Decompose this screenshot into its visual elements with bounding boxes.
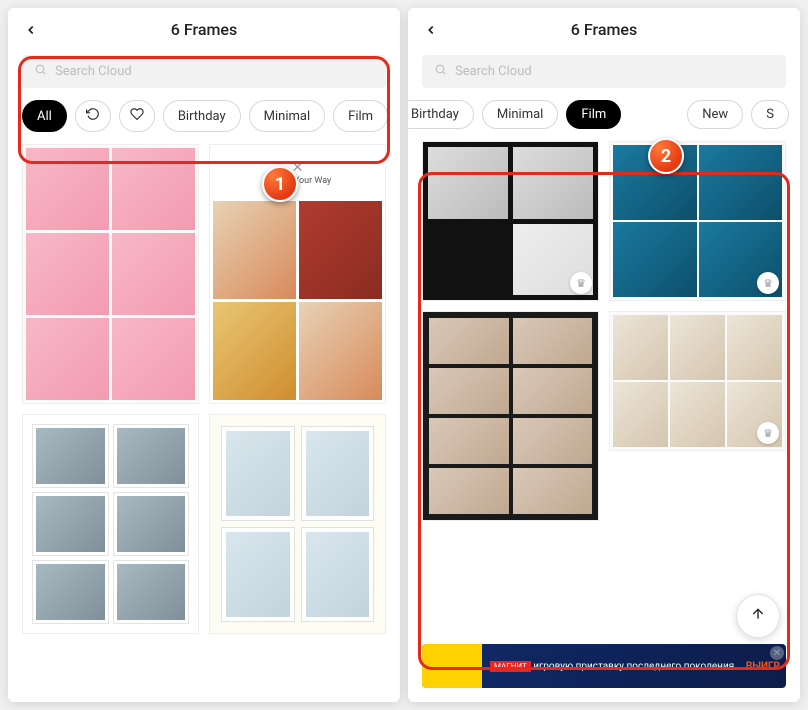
chip-birthday[interactable]: Birthday xyxy=(163,100,241,132)
recent-icon xyxy=(86,107,100,125)
chip-minimal[interactable]: Minimal xyxy=(482,100,558,129)
header: 6 Frames xyxy=(8,8,400,47)
ad-banner[interactable]: МАГНИТ игровую приставку последнего поко… xyxy=(422,644,786,688)
back-icon[interactable] xyxy=(24,18,38,42)
header: 6 Frames xyxy=(408,8,800,47)
chip-new[interactable]: New xyxy=(687,100,743,129)
crown-icon: ♛ xyxy=(757,422,779,444)
ad-headline: ВЫИГР xyxy=(746,661,786,672)
search-icon xyxy=(434,63,447,80)
template-item[interactable] xyxy=(422,311,599,521)
chip-more[interactable]: S xyxy=(751,100,789,129)
template-item[interactable] xyxy=(22,144,199,404)
search-input[interactable]: Search Cloud xyxy=(22,55,386,88)
annotation-badge-2: 2 xyxy=(648,138,684,174)
search-placeholder: Search Cloud xyxy=(55,64,132,79)
search-placeholder: Search Cloud xyxy=(455,64,532,79)
back-icon[interactable] xyxy=(424,18,438,42)
crown-icon: ♛ xyxy=(570,272,592,294)
chip-birthday[interactable]: Birthday xyxy=(408,100,474,129)
template-item[interactable]: ♛ xyxy=(609,311,786,451)
chip-row: All Birthday Minimal Film xyxy=(8,94,400,144)
search-input[interactable]: Search Cloud xyxy=(422,55,786,88)
chip-film[interactable]: Film xyxy=(333,100,388,132)
close-icon[interactable]: ✕ xyxy=(770,646,784,660)
chip-favorites[interactable] xyxy=(119,100,155,132)
search-icon xyxy=(34,63,47,80)
template-gallery[interactable]: ✕ Have It Your Way xyxy=(8,144,400,702)
arrow-up-icon xyxy=(750,606,766,627)
template-item[interactable]: ♛ xyxy=(422,141,599,301)
ad-brand-block xyxy=(422,644,482,688)
page-title: 6 Frames xyxy=(24,20,384,39)
template-item[interactable] xyxy=(209,414,386,634)
chip-all[interactable]: All xyxy=(22,100,67,132)
page-title: 6 Frames xyxy=(424,20,784,39)
chip-recent[interactable] xyxy=(75,100,111,132)
scroll-top-button[interactable] xyxy=(736,594,780,638)
phone-left: 6 Frames Search Cloud All Birthday Minim… xyxy=(8,8,400,702)
template-caption: ✕ Have It Your Way xyxy=(213,148,382,198)
template-item[interactable]: ♛ xyxy=(609,141,786,301)
chip-film[interactable]: Film xyxy=(566,100,621,129)
phone-right: 6 Frames Search Cloud Birthday Minimal F… xyxy=(408,8,800,702)
heart-icon xyxy=(130,107,144,125)
ad-brand: МАГНИТ xyxy=(490,661,531,672)
chip-minimal[interactable]: Minimal xyxy=(249,100,325,132)
crown-icon: ♛ xyxy=(757,272,779,294)
chip-row: Birthday Minimal Film New S xyxy=(408,94,800,141)
annotation-badge-1: 1 xyxy=(262,166,298,202)
template-item[interactable] xyxy=(22,414,199,634)
ad-text: МАГНИТ игровую приставку последнего поко… xyxy=(482,661,746,672)
